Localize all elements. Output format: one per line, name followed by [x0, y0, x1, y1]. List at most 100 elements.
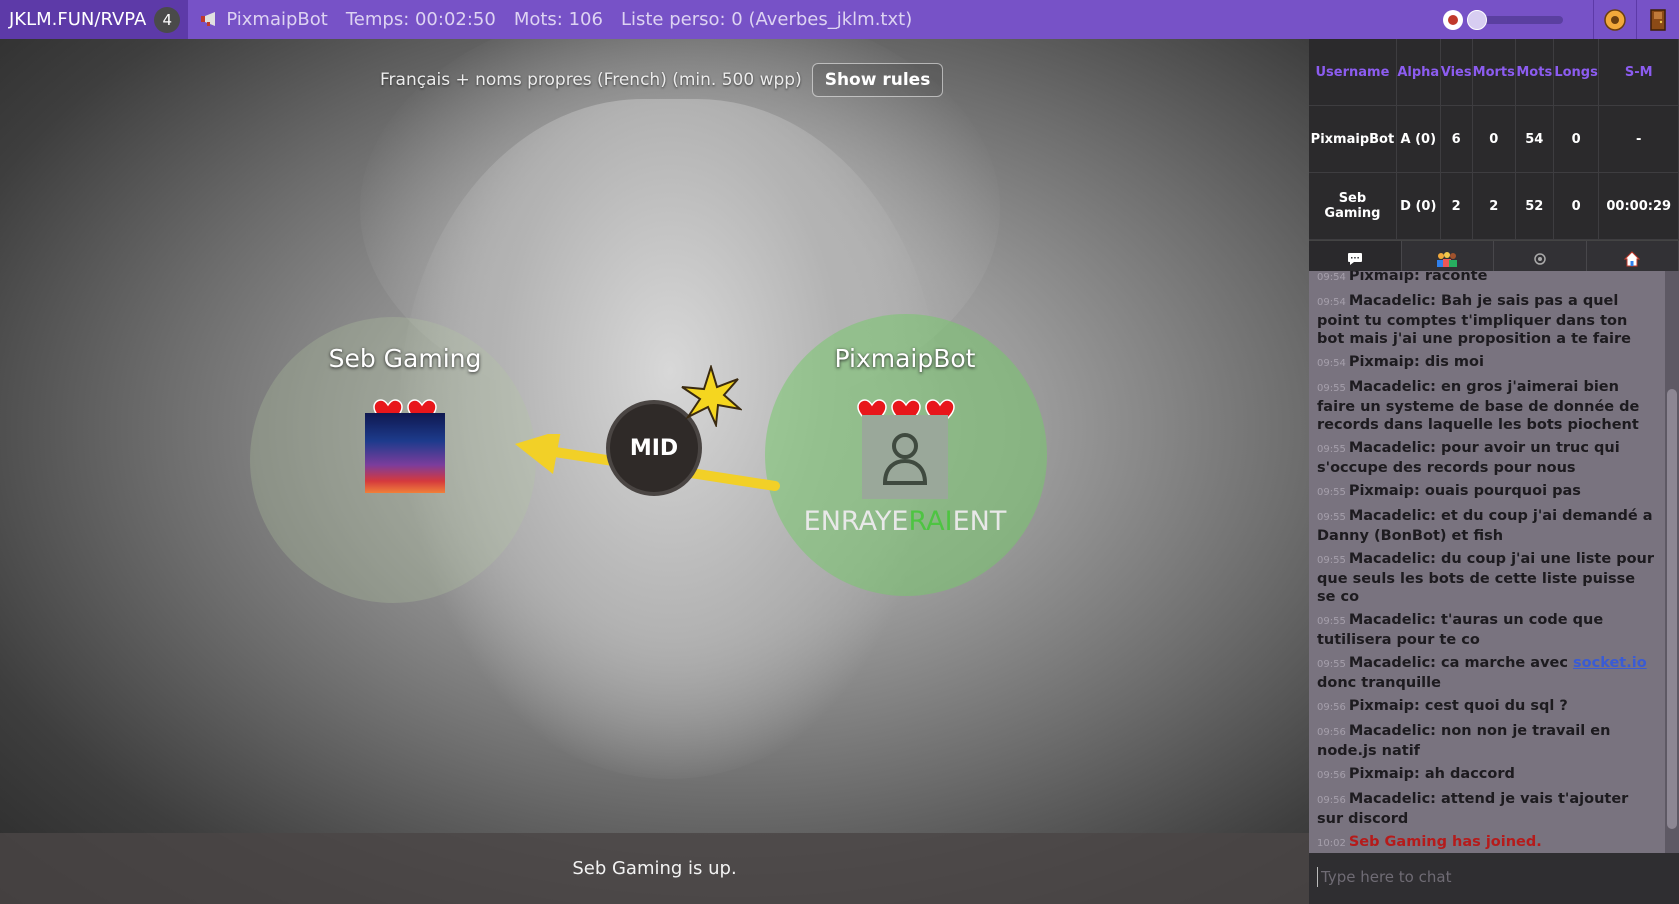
- chat-message: 09:55 Macadelic: ca marche avec socket.io…: [1317, 654, 1657, 692]
- cell-username: Seb Gaming: [1309, 172, 1397, 240]
- cell-mots: 54: [1515, 105, 1554, 173]
- word-suffix: ENT: [952, 506, 1007, 537]
- cell-morts: 0: [1472, 105, 1516, 173]
- settings-icon-glyph: [1604, 8, 1626, 31]
- cell-sm: -: [1598, 105, 1679, 173]
- cell-longs: 0: [1553, 172, 1600, 240]
- chat-message: 09:55 Macadelic: pour avoir un truc qui s…: [1317, 439, 1657, 477]
- game-timer: Temps: 00:02:50: [345, 9, 496, 30]
- user-icon: [882, 433, 928, 485]
- word-prefix: ENRAYE: [803, 506, 909, 537]
- chat-input-area: [1309, 853, 1679, 904]
- chat-text: Pixmaip: ouais pourquoi pas: [1348, 483, 1581, 499]
- word-highlight: RAI: [908, 506, 953, 537]
- chat-timestamp: 09:54: [1317, 272, 1346, 283]
- chat-text: Macadelic: et du coup j'ai demandé a Dan…: [1317, 508, 1653, 544]
- mute-icon[interactable]: [1443, 9, 1463, 30]
- chat-message: 10:02 Seb Gaming has joined.: [1317, 833, 1657, 853]
- bot-name: PixmaipBot: [226, 9, 328, 30]
- cell-vies: 2: [1440, 172, 1473, 240]
- cell-alpha: A (0): [1396, 105, 1441, 173]
- chat-timestamp: 09:54: [1317, 358, 1346, 369]
- exit-door-icon[interactable]: [1637, 0, 1679, 39]
- header-mots[interactable]: Mots: [1515, 39, 1554, 106]
- cell-morts: 2: [1472, 172, 1516, 240]
- chat-timestamp: 10:02: [1317, 838, 1346, 849]
- chat-timestamp: 09:55: [1317, 512, 1346, 523]
- table-row: Seb Gaming D (0) 2 2 52 0 00:00:29: [1309, 172, 1679, 240]
- header-alpha[interactable]: Alpha: [1396, 39, 1441, 106]
- settings-icon[interactable]: [1594, 0, 1636, 39]
- chat-timestamp: 09:55: [1317, 616, 1346, 627]
- header-vies[interactable]: Vies: [1440, 39, 1473, 106]
- chat-text: Macadelic: t'auras un code que tutiliser…: [1317, 612, 1604, 648]
- chat-message: 09:55 Macadelic: du coup j'ai une liste p…: [1317, 550, 1657, 606]
- cell-vies: 6: [1440, 105, 1473, 173]
- chat-message: 09:56 Macadelic: non non je travail en no…: [1317, 722, 1657, 760]
- chat-text: Pixmaip: dis moi: [1348, 354, 1484, 370]
- header-sm[interactable]: S-M: [1598, 39, 1679, 106]
- avatar-placeholder-icon: [862, 415, 948, 499]
- chat-timestamp: 09:55: [1317, 659, 1346, 670]
- chat-message: 09:56 Macadelic: attend je vais t'ajouter…: [1317, 790, 1657, 828]
- scoreboard: Username Alpha Vies Morts Mots Longs S-M…: [1309, 39, 1679, 240]
- rules-text: Français + noms propres (French) (min. 5…: [380, 70, 802, 90]
- custom-list: Liste perso: 0 (Averbes_jklm.txt): [620, 9, 913, 30]
- player-name-pixmaipbot: PixmaipBot: [834, 344, 976, 373]
- bomb-syllable: MID: [629, 435, 679, 461]
- header-username[interactable]: Username: [1309, 39, 1397, 106]
- chat-log[interactable]: 09:54 Pixmaip: raconte 09:54 Macadelic: Bah…: [1309, 271, 1665, 853]
- header-longs[interactable]: Longs: [1553, 39, 1600, 106]
- chat-text: Macadelic: attend je vais t'ajouter sur …: [1317, 791, 1629, 827]
- chat-text: Macadelic: en gros j'aimerai bien faire …: [1317, 379, 1640, 433]
- chat-message: 09:55 Macadelic: et du coup j'ai demandé …: [1317, 507, 1657, 545]
- game-area: Français + noms propres (French) (min. 5…: [0, 39, 1309, 904]
- chat-message: 09:54 Pixmaip: dis moi: [1317, 353, 1657, 373]
- players-icon: [1437, 252, 1458, 267]
- chat-text: Macadelic: pour avoir un truc qui s'occu…: [1317, 440, 1620, 476]
- chat-text: Macadelic: ca marche avec: [1348, 655, 1574, 671]
- cell-sm: 00:00:29: [1598, 172, 1679, 240]
- chat-text: Pixmaip: cest quoi du sql ?: [1348, 698, 1568, 714]
- room-code-button[interactable]: JKLM.FUN/RVPA 4: [0, 0, 189, 39]
- bot-info: PixmaipBot: [200, 9, 328, 30]
- chat-timestamp: 09:56: [1317, 770, 1346, 781]
- table-row: PixmaipBot A (0) 6 0 54 0 -: [1309, 105, 1679, 173]
- chat-link[interactable]: socket.io: [1573, 655, 1647, 671]
- chat-message: 09:54 Pixmaip: raconte: [1317, 271, 1657, 287]
- chat-input[interactable]: [1317, 867, 1663, 887]
- room-code: JKLM.FUN/RVPA: [9, 9, 147, 30]
- cell-alpha: D (0): [1396, 172, 1441, 240]
- volume-slider[interactable]: [1467, 9, 1563, 30]
- cell-username: PixmaipBot: [1309, 105, 1397, 173]
- chat-message: 09:54 Macadelic: Bah je sais pas a quel p…: [1317, 292, 1657, 348]
- chat-timestamp: 09:55: [1317, 383, 1346, 394]
- chat-scrollbar-thumb[interactable]: [1667, 389, 1677, 829]
- status-text: Seb Gaming is up.: [572, 858, 737, 879]
- megaphone-icon: [201, 12, 216, 26]
- chat-scrollbar[interactable]: [1665, 271, 1679, 853]
- show-rules-button[interactable]: Show rules: [811, 63, 944, 97]
- word-count: Mots: 106: [513, 9, 603, 30]
- chat-icon: [1347, 253, 1362, 265]
- chat-timestamp: 09:56: [1317, 795, 1346, 806]
- current-word: ENRAYERAIENT: [800, 506, 1010, 537]
- chat-message: 09:56 Pixmaip: ah daccord: [1317, 765, 1657, 785]
- chat-text-after: donc tranquille: [1317, 675, 1441, 691]
- header-morts[interactable]: Morts: [1472, 39, 1516, 106]
- side-panel: Username Alpha Vies Morts Mots Longs S-M…: [1309, 39, 1679, 904]
- chat-message: 09:55 Macadelic: en gros j'aimerai bien f…: [1317, 378, 1657, 434]
- volume-slider-knob[interactable]: [1467, 9, 1487, 30]
- door-glyph: [1650, 8, 1666, 31]
- chat-timestamp: 09:56: [1317, 727, 1346, 738]
- chat-timestamp: 09:55: [1317, 444, 1346, 455]
- home-icon: [1624, 251, 1641, 267]
- cell-longs: 0: [1553, 105, 1600, 173]
- chat-text: Macadelic: Bah je sais pas a quel point …: [1317, 293, 1631, 347]
- cell-mots: 52: [1515, 172, 1554, 240]
- chat-timestamp: 09:54: [1317, 297, 1346, 308]
- chat-text: Pixmaip: ah daccord: [1348, 766, 1515, 782]
- rules-bar: Français + noms propres (French) (min. 5…: [380, 61, 944, 99]
- avatar: [365, 413, 445, 493]
- chat-message: 09:55 Pixmaip: ouais pourquoi pas: [1317, 482, 1657, 502]
